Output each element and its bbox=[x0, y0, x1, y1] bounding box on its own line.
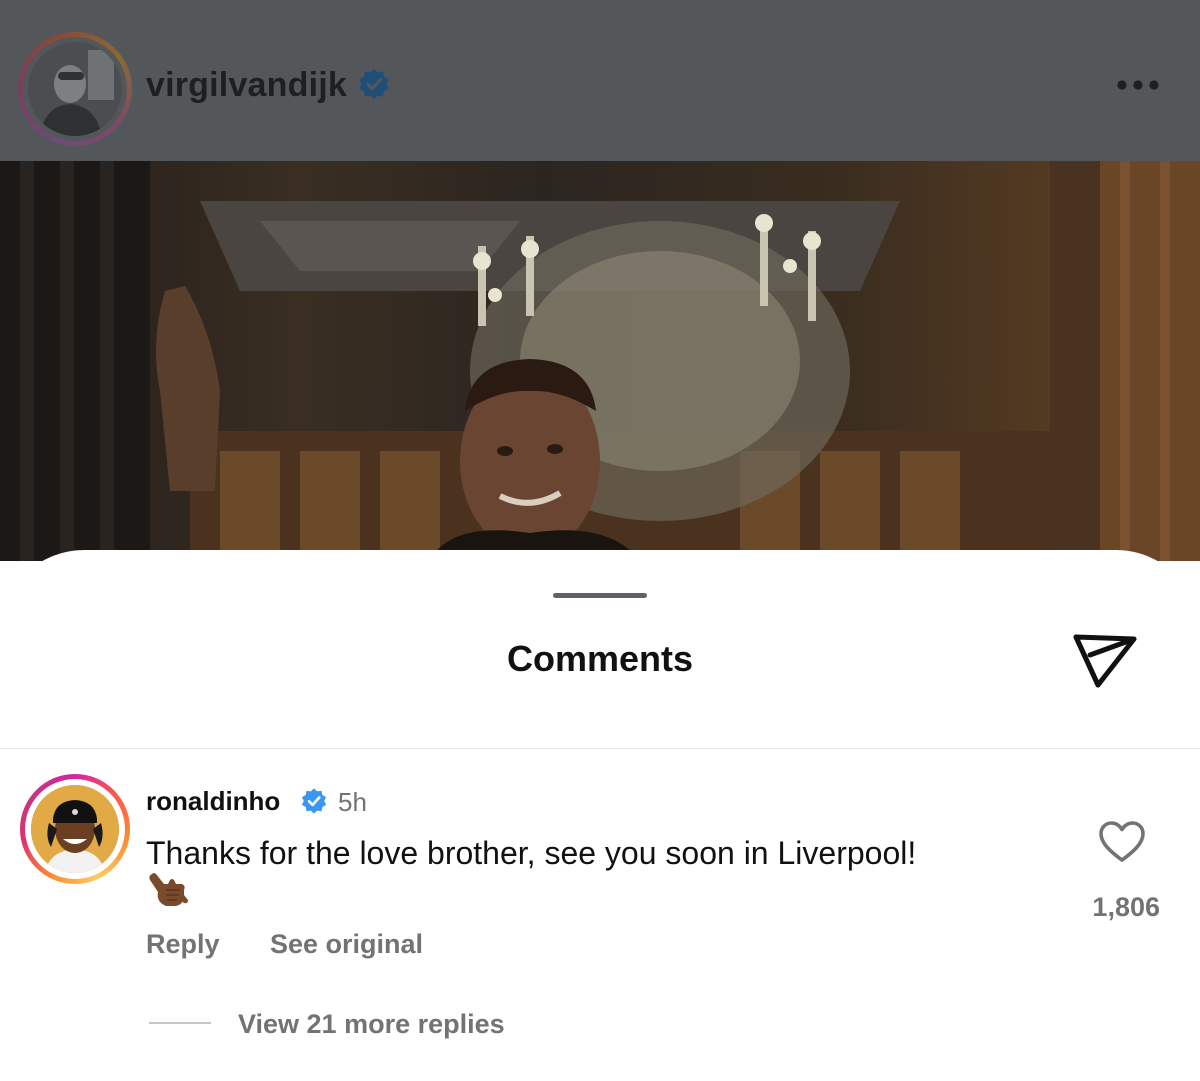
post-header: virgilvandijk bbox=[0, 0, 1200, 161]
post-author-username[interactable]: virgilvandijk bbox=[146, 66, 347, 105]
comment-text: Thanks for the love brother, see you soo… bbox=[146, 835, 917, 871]
share-send-icon[interactable] bbox=[1068, 627, 1142, 693]
sheet-divider bbox=[0, 748, 1200, 749]
sheet-grabber-handle[interactable] bbox=[553, 593, 647, 598]
post-photo bbox=[0, 161, 1200, 561]
shaka-emoji-icon bbox=[149, 873, 188, 906]
reply-button[interactable]: Reply bbox=[146, 929, 220, 960]
view-more-replies-button[interactable]: View 21 more replies bbox=[238, 1009, 505, 1040]
comment-author-username[interactable]: ronaldinho bbox=[146, 786, 280, 817]
more-options-icon[interactable] bbox=[1110, 72, 1166, 98]
verified-badge-icon bbox=[359, 68, 389, 100]
comment-timestamp: 5h bbox=[338, 787, 367, 817]
verified-badge-icon bbox=[301, 788, 327, 814]
replies-divider-line bbox=[149, 1022, 211, 1024]
like-heart-icon[interactable] bbox=[1098, 820, 1146, 864]
comment-author-avatar[interactable] bbox=[20, 774, 130, 884]
post-author-avatar[interactable] bbox=[18, 32, 132, 146]
sheet-title: Comments bbox=[506, 638, 694, 679]
comments-sheet: Comments ronaldinho 5h Thanks for the lo… bbox=[0, 550, 1200, 1081]
like-count: 1,806 bbox=[1092, 892, 1160, 922]
see-original-button[interactable]: See original bbox=[270, 929, 423, 960]
